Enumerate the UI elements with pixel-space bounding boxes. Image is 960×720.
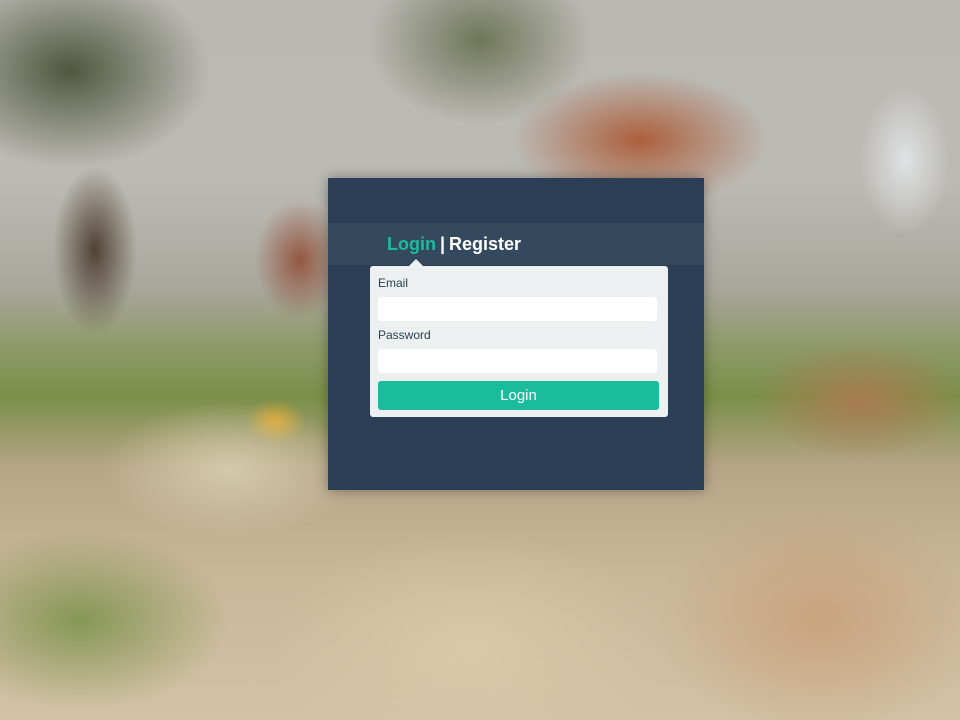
- tab-register[interactable]: Register: [449, 234, 521, 254]
- login-button[interactable]: Login: [378, 381, 659, 410]
- password-field[interactable]: [378, 349, 657, 373]
- login-modal: Login | Register Email Password Login: [328, 178, 704, 490]
- tab-separator: |: [439, 234, 446, 254]
- tab-login[interactable]: Login: [387, 234, 436, 254]
- page: Login | Register Email Password Login: [0, 0, 960, 720]
- panel-pointer-arrow: [408, 259, 424, 267]
- login-form-panel: Email Password Login: [370, 259, 668, 417]
- email-label: Email: [378, 276, 409, 290]
- tab-bar: Login | Register: [328, 223, 704, 265]
- password-label: Password: [378, 328, 431, 342]
- email-field[interactable]: [378, 297, 657, 321]
